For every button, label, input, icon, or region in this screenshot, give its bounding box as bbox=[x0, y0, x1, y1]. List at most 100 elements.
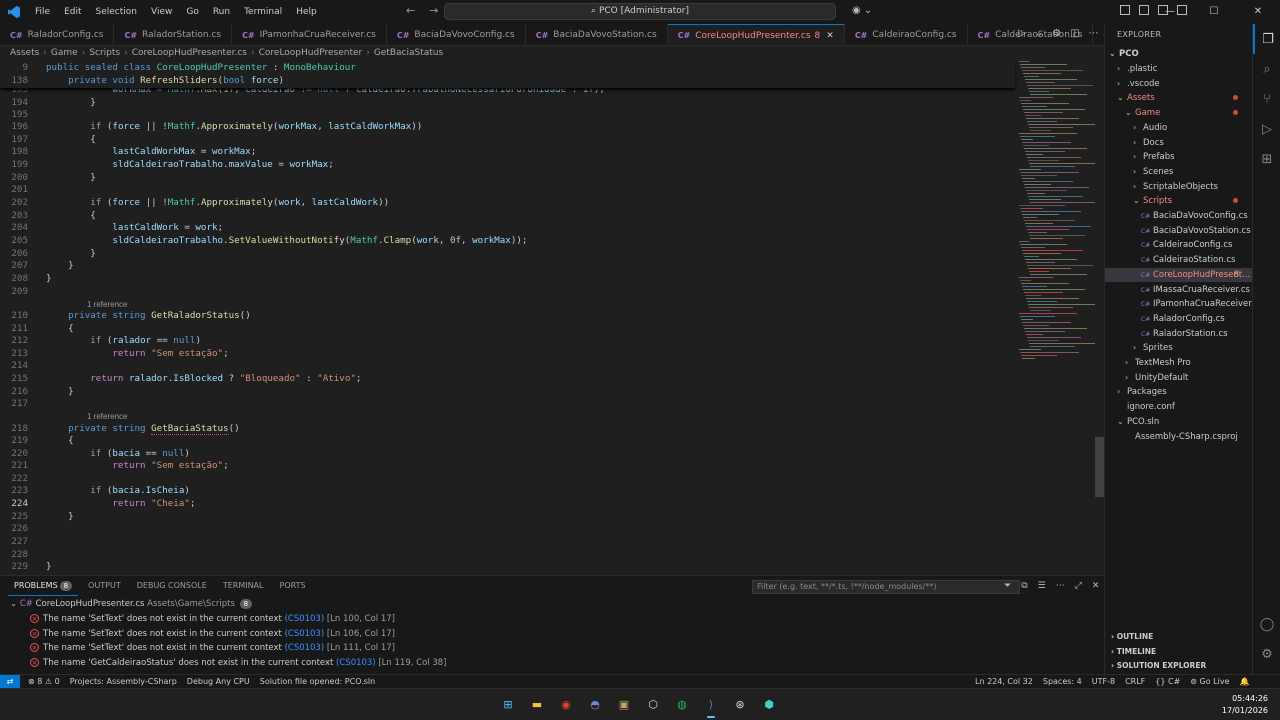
explorer-item[interactable]: › Audio bbox=[1105, 121, 1252, 135]
editor-scrollbar-track[interactable] bbox=[1095, 61, 1104, 574]
panel-tab-ports[interactable]: PORTS bbox=[274, 576, 312, 596]
close-window-icon[interactable]: ✕ bbox=[1236, 0, 1280, 24]
app-green-icon[interactable]: ⬢ bbox=[759, 694, 779, 714]
menu-item-go[interactable]: Go bbox=[179, 0, 205, 24]
filter-icon[interactable]: ⏷ bbox=[1004, 581, 1011, 591]
project-status[interactable]: Projects: Assembly-CSharp bbox=[70, 675, 177, 688]
code-line[interactable]: 208} bbox=[0, 272, 1015, 285]
close-tab-icon[interactable]: ✕ bbox=[826, 31, 834, 41]
explorer-item[interactable]: C# RaladorStation.cs bbox=[1105, 327, 1252, 341]
code-line[interactable]: 204 lastCaldWork = work; bbox=[0, 221, 1015, 234]
maximize-icon[interactable]: ☐ bbox=[1192, 0, 1236, 24]
explorer-item[interactable]: C# IPamonhaCruaReceiver.cs bbox=[1105, 297, 1263, 311]
menu-item-terminal[interactable]: Terminal bbox=[237, 0, 289, 24]
code-line[interactable]: 210 private string GetRaladorStatus() bbox=[0, 309, 1015, 322]
maximize-panel-icon[interactable]: ⤢ bbox=[1075, 581, 1082, 591]
explorer-item[interactable]: › Sprites bbox=[1105, 341, 1252, 355]
problem-row[interactable]: × The name 'SetText' does not exist in th… bbox=[30, 627, 395, 641]
indentation-status[interactable]: Spaces: 4 bbox=[1043, 675, 1082, 688]
extensions-icon[interactable]: ⊞ bbox=[1253, 144, 1280, 174]
code-line[interactable]: 212 if (ralador == null) bbox=[0, 334, 1015, 347]
breadcrumb-item[interactable]: GetBaciaStatus bbox=[374, 48, 443, 58]
menu-item-edit[interactable]: Edit bbox=[57, 0, 88, 24]
command-center-search[interactable]: ⌕ PCO [Administrator] bbox=[444, 3, 836, 20]
section-solution-explorer[interactable]: › SOLUTION EXPLORER bbox=[1105, 659, 1252, 673]
code-line[interactable]: 224 return "Cheia"; bbox=[0, 497, 1015, 510]
toggle-primary-sidebar-icon[interactable] bbox=[1120, 5, 1130, 15]
explorer-item[interactable]: C# IMassaCruaReceiver.cs bbox=[1105, 283, 1252, 297]
encoding-status[interactable]: UTF-8 bbox=[1092, 675, 1115, 688]
editor-tab[interactable]: C# CoreLoopHudPresenter.cs 8 ✕ bbox=[667, 24, 845, 45]
system-clock[interactable]: 05:44:26 17/01/2026 bbox=[1222, 693, 1268, 717]
code-editor[interactable]: 💡 193 workMax = Mathf.Max(1f, caldeirao … bbox=[0, 88, 1015, 574]
explorer-item[interactable]: › .vscode bbox=[1105, 77, 1252, 91]
code-line[interactable]: 219 { bbox=[0, 434, 1015, 447]
view-as-tree-icon[interactable]: ☰ bbox=[1038, 581, 1046, 591]
explorer-item[interactable]: ⌄ PCO.sln bbox=[1105, 415, 1252, 429]
explorer-item[interactable]: ignore.conf bbox=[1105, 400, 1252, 414]
breadcrumb-item[interactable]: Game bbox=[51, 48, 78, 58]
menu-item-file[interactable]: File bbox=[28, 0, 57, 24]
explorer-item[interactable]: › Scenes bbox=[1105, 165, 1252, 179]
code-line[interactable]: 193 workMax = Mathf.Max(1f, caldeirao !=… bbox=[0, 88, 1015, 96]
explorer-item[interactable]: ⌄ Game bbox=[1105, 106, 1252, 120]
file-explorer-icon[interactable]: ▬ bbox=[527, 694, 547, 714]
remote-indicator-icon[interactable]: ⇄ bbox=[0, 675, 20, 688]
editor-tab[interactable]: C# BaciaDaVovoStation.cs bbox=[526, 24, 668, 45]
code-line[interactable]: 201 bbox=[0, 183, 1015, 196]
copilot-icon[interactable]: ◉ ⌄ bbox=[852, 5, 872, 16]
code-line[interactable]: 199 sldCaldeiraoTrabalho.maxValue = work… bbox=[0, 158, 1015, 171]
code-line[interactable]: 214 bbox=[0, 359, 1015, 372]
breadcrumb-item[interactable]: Scripts bbox=[89, 48, 120, 58]
unity-icon[interactable]: ⬡ bbox=[643, 694, 663, 714]
explorer-item[interactable]: › Prefabs bbox=[1105, 150, 1252, 164]
notifications-bell-icon[interactable]: 🔔 bbox=[1240, 675, 1250, 688]
account-icon[interactable]: ◯ bbox=[1253, 609, 1280, 639]
breadcrumb-item[interactable]: CoreLoopHudPresenter.cs bbox=[132, 48, 247, 58]
explorer-files-icon[interactable]: ❐ bbox=[1253, 24, 1280, 54]
explorer-item[interactable]: › Docs bbox=[1105, 136, 1252, 150]
close-panel-icon[interactable]: ✕ bbox=[1092, 581, 1100, 591]
problem-row[interactable]: × The name 'GetCaldeiraoStatus' does not … bbox=[30, 656, 446, 670]
explorer-item[interactable]: C# RaladorConfig.cs bbox=[1105, 312, 1252, 326]
menu-item-help[interactable]: Help bbox=[289, 0, 324, 24]
settings-gear-icon[interactable]: ⚙ bbox=[1052, 28, 1061, 39]
problem-row[interactable]: × The name 'SetText' does not exist in th… bbox=[30, 612, 395, 626]
spotify-icon[interactable]: ◍ bbox=[672, 694, 692, 714]
problem-row[interactable]: × The name 'SetText' does not exist in th… bbox=[30, 641, 395, 655]
more-actions-icon[interactable]: ⋯ bbox=[1089, 28, 1099, 39]
search-icon[interactable]: ⌕ bbox=[1253, 54, 1280, 84]
explorer-item[interactable]: › TextMesh Pro bbox=[1105, 356, 1252, 370]
explorer-item[interactable]: › Packages bbox=[1105, 385, 1252, 399]
code-line[interactable]: 226 bbox=[0, 522, 1015, 535]
build-config-status[interactable]: Debug Any CPU bbox=[187, 675, 250, 688]
panel-tab-terminal[interactable]: TERMINAL bbox=[217, 576, 270, 596]
code-line[interactable]: 196 if (force || !Mathf.Approximately(wo… bbox=[0, 120, 1015, 133]
github-desktop-icon[interactable]: ⊛ bbox=[730, 694, 750, 714]
go-live-button[interactable]: ⊚ Go Live bbox=[1190, 675, 1229, 688]
explorer-item[interactable]: ⌄ Scripts bbox=[1105, 194, 1252, 208]
code-line[interactable]: 205 sldCaldeiraoTrabalho.SetValueWithout… bbox=[0, 234, 1015, 247]
explorer-item[interactable]: C# BaciaDaVovoConfig.cs bbox=[1105, 209, 1252, 223]
explorer-item[interactable]: C# CoreLoopHudPresent... 8 bbox=[1105, 267, 1252, 282]
run-debug-icon[interactable]: ▷ bbox=[1253, 114, 1280, 144]
code-line[interactable]: 202 if (force || !Mathf.Approximately(wo… bbox=[0, 196, 1015, 209]
back-arrow-icon[interactable]: ← bbox=[406, 4, 415, 17]
explorer-root[interactable]: ⌄ PCO bbox=[1105, 47, 1252, 61]
run-icon[interactable]: ▷ bbox=[1018, 28, 1026, 39]
section-timeline[interactable]: › TIMELINE bbox=[1105, 645, 1252, 659]
app-icon[interactable]: ▣ bbox=[614, 694, 634, 714]
problem-code-link[interactable]: (CS0103) bbox=[336, 658, 376, 668]
section-outline[interactable]: › OUTLINE bbox=[1105, 630, 1252, 644]
cursor-position[interactable]: Ln 224, Col 32 bbox=[975, 675, 1033, 688]
explorer-item[interactable]: ⌄ Assets bbox=[1105, 91, 1252, 105]
windows-start-icon[interactable]: ⊞ bbox=[498, 694, 518, 714]
vscode-taskbar-icon[interactable]: ⟩ bbox=[701, 694, 721, 718]
editor-tab[interactable]: C# RaladorStation.cs bbox=[114, 24, 233, 45]
codelens-references[interactable]: 1 reference bbox=[87, 411, 127, 422]
code-line[interactable]: 229} bbox=[0, 560, 1015, 573]
panel-tab-output[interactable]: OUTPUT bbox=[82, 576, 127, 596]
language-mode[interactable]: {} C# bbox=[1155, 675, 1180, 688]
menu-item-selection[interactable]: Selection bbox=[89, 0, 144, 24]
minimize-icon[interactable]: — bbox=[1148, 0, 1192, 24]
